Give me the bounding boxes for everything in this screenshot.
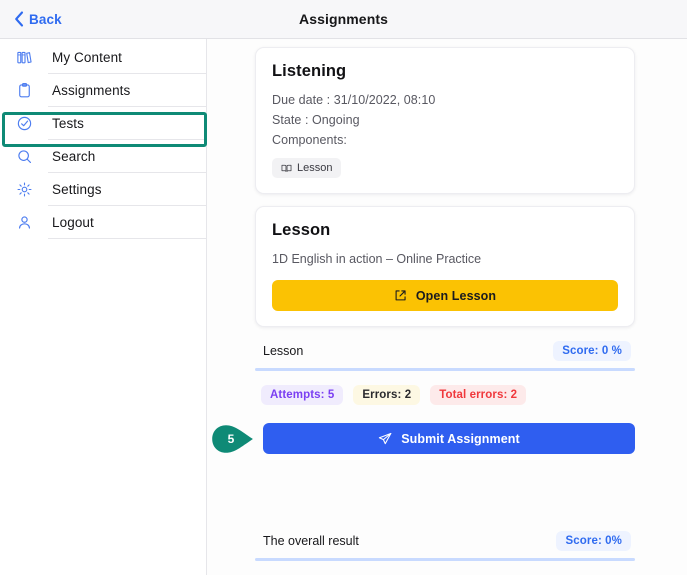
assignments-screen: Back Assignments My Content Assignments … [0, 0, 687, 575]
submit-assignment-button[interactable]: Submit Assignment [263, 423, 635, 454]
sidebar: My Content Assignments Tests Search Sett… [0, 39, 207, 575]
assignment-card: Listening Due date : 31/10/2022, 08:10 S… [255, 47, 635, 194]
back-label: Back [29, 11, 62, 27]
open-lesson-label: Open Lesson [415, 288, 497, 303]
assignment-components-label: Components: [272, 133, 347, 147]
page-title: Assignments [298, 11, 388, 27]
component-chip-lesson[interactable]: Lesson [272, 158, 342, 178]
send-icon [378, 432, 392, 446]
step-callout-marker: 5 [211, 424, 263, 454]
assignment-title: Listening [272, 62, 347, 80]
overall-progress-rule [255, 558, 635, 561]
submit-row: 5 Submit Assignment [212, 423, 635, 454]
sidebar-item-my-content[interactable]: My Content [0, 41, 206, 73]
assignment-due-date: Due date : 31/10/2022, 08:10 [272, 93, 436, 107]
gear-icon [12, 181, 36, 198]
overall-result-head: The overall result Score: 0% [255, 529, 635, 553]
component-chip-row: Lesson [272, 158, 618, 178]
sidebar-item-label: Search [52, 148, 96, 164]
sidebar-item-label: Tests [52, 115, 85, 131]
chevron-left-icon [14, 11, 24, 27]
books-icon [12, 49, 36, 66]
sidebar-item-label: Settings [52, 181, 102, 197]
person-icon [12, 214, 36, 231]
callout-number: 5 [227, 431, 235, 446]
lesson-progress-rule [255, 368, 635, 371]
component-chip-label: Lesson [297, 162, 333, 174]
open-lesson-button[interactable]: Open Lesson [272, 280, 618, 311]
lesson-result-head: Lesson Score: 0 % [255, 339, 635, 363]
overall-result-name: The overall result [263, 534, 359, 548]
body-split: My Content Assignments Tests Search Sett… [0, 39, 687, 575]
lesson-result-block: Lesson Score: 0 % Attempts: 5 Errors: 2 … [255, 339, 635, 405]
sidebar-item-label: Assignments [52, 82, 131, 98]
sidebar-item-search[interactable]: Search [0, 140, 206, 172]
sidebar-item-settings[interactable]: Settings [0, 173, 206, 205]
check-circle-icon [12, 115, 36, 132]
divider [48, 238, 206, 239]
sidebar-item-assignments[interactable]: Assignments [0, 74, 206, 106]
sidebar-item-logout[interactable]: Logout [0, 206, 206, 238]
sidebar-item-label: My Content [52, 49, 123, 65]
book-open-icon [281, 163, 292, 174]
back-button[interactable]: Back [14, 11, 62, 27]
lesson-score-badge: Score: 0 % [553, 341, 631, 361]
lesson-result-name: Lesson [263, 344, 304, 358]
overall-result-block: The overall result Score: 0% [255, 529, 635, 561]
sidebar-item-tests[interactable]: Tests [0, 107, 206, 139]
stat-errors: Errors: 2 [353, 385, 421, 405]
lesson-description: 1D English in action – Online Practice [272, 252, 482, 266]
overall-score-badge: Score: 0% [556, 531, 631, 551]
stat-total-errors: Total errors: 2 [430, 385, 527, 405]
clipboard-icon [12, 82, 36, 99]
external-link-icon [394, 289, 407, 302]
sidebar-item-label: Logout [52, 214, 94, 230]
content-panel: Listening Due date : 31/10/2022, 08:10 S… [207, 39, 687, 575]
lesson-card: Lesson 1D English in action – Online Pra… [255, 206, 635, 327]
lesson-stats-row: Attempts: 5 Errors: 2 Total errors: 2 [255, 385, 635, 405]
stat-attempts: Attempts: 5 [261, 385, 344, 405]
top-header: Back Assignments [0, 0, 687, 39]
lesson-title: Lesson [272, 221, 331, 239]
assignment-state: State : Ongoing [272, 113, 360, 127]
submit-assignment-label: Submit Assignment [401, 431, 520, 446]
search-icon [12, 148, 36, 165]
